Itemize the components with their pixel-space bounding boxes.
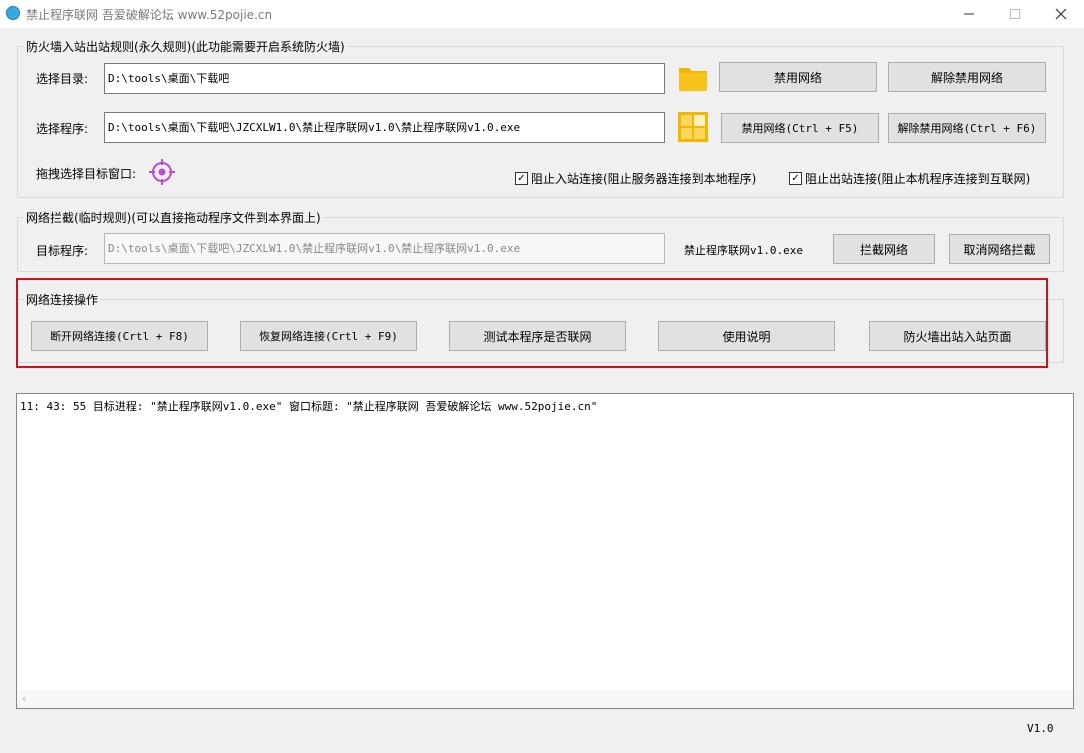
prog-disable-network-label: 禁用网络(Ctrl + F5) bbox=[741, 122, 859, 135]
version-label: V1.0 bbox=[1027, 722, 1054, 735]
target-program-input[interactable]: D:\tools\桌面\下载吧\JZCXLW1.0\禁止程序联网v1.0\禁止程… bbox=[104, 233, 665, 264]
program-select-icon[interactable] bbox=[678, 112, 708, 142]
scroll-left-icon[interactable]: ‹ bbox=[22, 692, 26, 705]
dir-input[interactable]: D:\tools\桌面\下载吧 bbox=[104, 63, 665, 94]
highlight-box bbox=[16, 278, 1048, 368]
block-inbound-label: 阻止入站连接(阻止服务器连接到本地程序) bbox=[531, 172, 757, 186]
folder-icon[interactable] bbox=[678, 64, 708, 92]
drag-select-label: 拖拽选择目标窗口: bbox=[36, 167, 137, 181]
prog-input[interactable]: D:\tools\桌面\下载吧\JZCXLW1.0\禁止程序联网v1.0\禁止程… bbox=[104, 112, 665, 143]
close-icon[interactable] bbox=[1038, 0, 1084, 28]
intercept-network-button[interactable]: 拦截网络 bbox=[833, 234, 935, 264]
checkmark-icon: ✓ bbox=[789, 172, 802, 185]
intercept-title: 网络拦截(临时规则)(可以直接拖动程序文件到本界面上) bbox=[24, 209, 323, 226]
log-line: 11: 43: 55 目标进程: "禁止程序联网v1.0.exe" 窗口标题: … bbox=[20, 400, 598, 413]
window-title: 禁止程序联网 吾爱破解论坛 www.52pojie.cn bbox=[26, 8, 273, 22]
prog-label: 选择程序: bbox=[36, 122, 89, 136]
prog-enable-network-button[interactable]: 解除禁用网络(Ctrl + F6) bbox=[888, 113, 1046, 143]
cancel-intercept-button[interactable]: 取消网络拦截 bbox=[949, 234, 1050, 264]
title-bar: 禁止程序联网 吾爱破解论坛 www.52pojie.cn bbox=[0, 0, 1084, 28]
prog-disable-network-button[interactable]: 禁用网络(Ctrl + F5) bbox=[721, 113, 879, 143]
firewall-rules-title: 防火墙入站出站规则(永久规则)(此功能需要开启系统防火墙) bbox=[24, 38, 347, 55]
log-area[interactable]: 11: 43: 55 目标进程: "禁止程序联网v1.0.exe" 窗口标题: … bbox=[16, 393, 1074, 709]
prog-enable-network-label: 解除禁用网络(Ctrl + F6) bbox=[897, 122, 1037, 135]
block-inbound-checkbox[interactable]: ✓ 阻止入站连接(阻止服务器连接到本地程序) bbox=[515, 170, 756, 187]
dir-disable-network-button[interactable]: 禁用网络 bbox=[719, 62, 877, 92]
app-icon bbox=[6, 6, 20, 20]
target-crosshair-icon[interactable] bbox=[149, 159, 175, 185]
dir-label: 选择目录: bbox=[36, 72, 89, 86]
dir-enable-network-button[interactable]: 解除禁用网络 bbox=[888, 62, 1046, 92]
block-outbound-checkbox[interactable]: ✓ 阻止出站连接(阻止本机程序连接到互联网) bbox=[789, 170, 1030, 187]
block-outbound-label: 阻止出站连接(阻止本机程序连接到互联网) bbox=[805, 172, 1031, 186]
minimize-icon[interactable] bbox=[946, 0, 992, 28]
checkmark-icon: ✓ bbox=[515, 172, 528, 185]
target-program-name: 禁止程序联网v1.0.exe bbox=[684, 244, 803, 257]
horizontal-scrollbar[interactable]: ‹ bbox=[17, 690, 1073, 708]
target-program-label: 目标程序: bbox=[36, 244, 89, 258]
maximize-icon[interactable] bbox=[992, 0, 1038, 28]
